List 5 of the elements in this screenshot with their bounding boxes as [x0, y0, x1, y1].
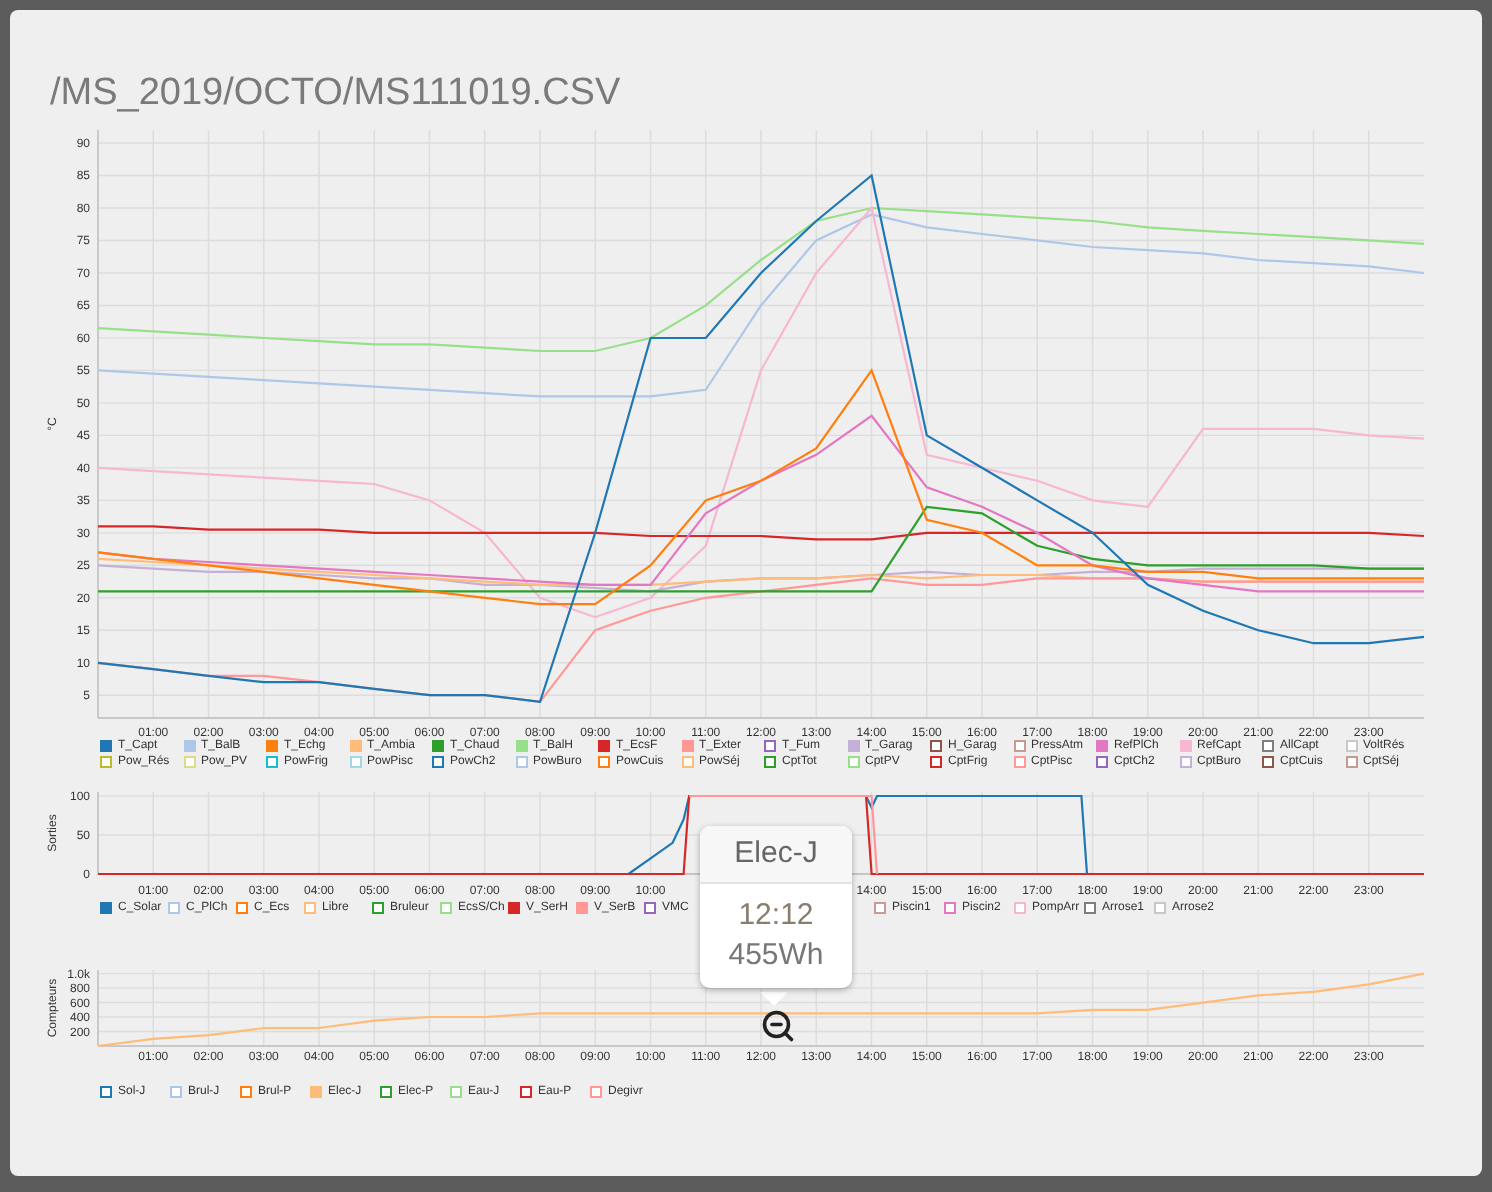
zoom-out-icon: [760, 1008, 796, 1044]
tooltip-value: 455Wh: [728, 936, 824, 976]
tooltip-time: 12:12: [738, 896, 814, 936]
page-title: /MS_2019/OCTO/MS111019.CSV: [50, 70, 623, 118]
tooltip-title: Elec-J: [734, 833, 818, 874]
